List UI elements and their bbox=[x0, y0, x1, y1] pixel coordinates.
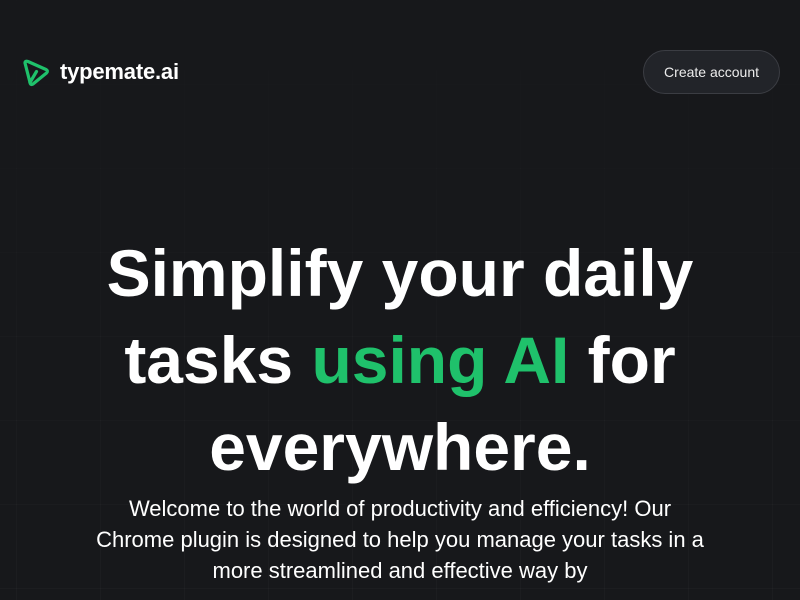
top-navigation: typemate.ai Create account bbox=[0, 0, 800, 145]
hero-description: Welcome to the world of productivity and… bbox=[96, 496, 704, 583]
hero-headline: Simplify your daily tasks using AI for e… bbox=[50, 230, 750, 491]
hero-section: Simplify your daily tasks using AI for e… bbox=[0, 230, 800, 586]
headline-accent-text: using AI bbox=[311, 323, 570, 397]
brand-logo-link[interactable]: typemate.ai bbox=[20, 56, 179, 88]
typemate-logo-icon bbox=[20, 56, 52, 88]
brand-name: typemate.ai bbox=[60, 59, 179, 84]
create-account-button[interactable]: Create account bbox=[643, 50, 780, 94]
